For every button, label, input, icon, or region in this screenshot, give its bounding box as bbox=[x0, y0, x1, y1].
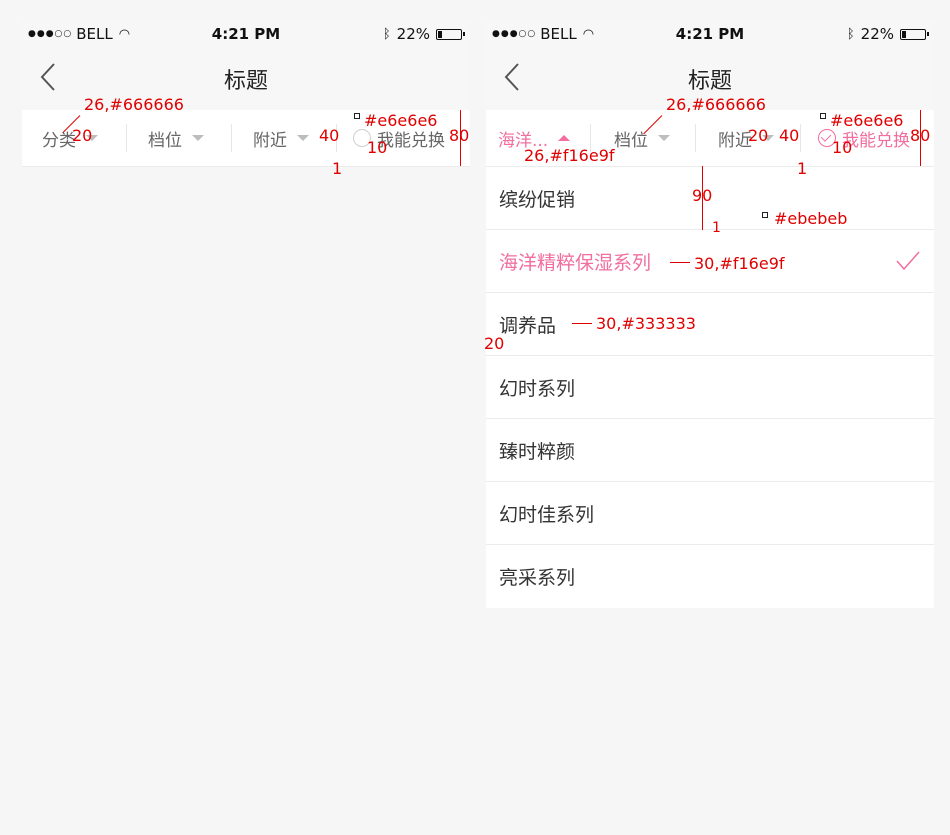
bluetooth-icon: ᛒ bbox=[382, 26, 391, 42]
bluetooth-icon: ᛒ bbox=[846, 26, 855, 42]
list-item-label: 亮采系列 bbox=[499, 567, 576, 589]
annotation-radio-gap: 10 bbox=[367, 138, 388, 157]
annotation-swatch bbox=[762, 212, 768, 218]
list-item-label: 海洋精粹保湿系列 bbox=[499, 251, 652, 274]
phone-screen-right: ●●●○○ BELL ◠ 4:21 PM ᛒ 22% 标题 海洋... 档位 附… bbox=[484, 20, 934, 835]
annotation-divider-height: 40 bbox=[319, 126, 340, 145]
filter-label: 档位 bbox=[614, 130, 648, 151]
list-item[interactable]: 幻时系列 bbox=[486, 356, 934, 419]
checkmark-icon bbox=[896, 251, 920, 271]
annotation-swatch bbox=[820, 113, 826, 119]
annotation-padding: 20 bbox=[748, 126, 769, 145]
battery-fill bbox=[902, 30, 907, 38]
annotation-radio-gap: 10 bbox=[832, 138, 853, 157]
filter-label: 附近 bbox=[253, 130, 287, 151]
filter-divider bbox=[126, 124, 127, 152]
chevron-up-icon bbox=[558, 135, 571, 141]
annotation-row-line: 1 bbox=[712, 220, 721, 236]
battery-percent: 22% bbox=[860, 25, 894, 43]
list-item-label: 幻时佳系列 bbox=[499, 503, 595, 526]
page-title: 标题 bbox=[687, 69, 732, 94]
annotation-font: 26,#666666 bbox=[84, 95, 184, 114]
filter-divider bbox=[695, 124, 696, 152]
annotation-divider-color: #e6e6e6 bbox=[830, 111, 904, 130]
chevron-down-icon bbox=[658, 135, 670, 141]
list-item-label: 缤纷促销 bbox=[499, 188, 576, 211]
phone-screen-left: ●●●○○ BELL ◠ 4:21 PM ᛒ 22% 标题 分类 档位 附近 我… bbox=[22, 20, 470, 835]
annotation-swatch bbox=[354, 113, 360, 119]
battery-icon bbox=[436, 28, 465, 40]
filter-nearby[interactable]: 附近 bbox=[253, 110, 309, 166]
status-bar: ●●●○○ BELL ◠ 4:21 PM ᛒ 22% bbox=[486, 20, 934, 48]
annotation-leader bbox=[670, 262, 690, 263]
annotation-padding: 20 bbox=[72, 126, 93, 145]
list-item[interactable]: 臻时粹颜 bbox=[486, 419, 934, 482]
filter-divider bbox=[231, 124, 232, 152]
filter-label: 档位 bbox=[148, 130, 182, 151]
list-item-label: 幻时系列 bbox=[499, 377, 576, 400]
filter-level[interactable]: 档位 bbox=[614, 110, 670, 166]
battery-fill bbox=[438, 30, 443, 38]
filter-level[interactable]: 档位 bbox=[148, 110, 204, 166]
annotation-row-line-color: #ebebeb bbox=[774, 209, 848, 228]
annotation-leader bbox=[572, 323, 592, 324]
chevron-down-icon bbox=[192, 135, 204, 141]
list-item[interactable]: 调养品 bbox=[486, 293, 934, 356]
battery-icon bbox=[900, 28, 929, 40]
annotation-guide bbox=[920, 110, 921, 166]
annotation-item-font: 30,#333333 bbox=[596, 314, 696, 333]
annotation-guide bbox=[460, 110, 461, 166]
annotation-guide bbox=[702, 166, 703, 230]
page-title: 标题 bbox=[223, 69, 268, 94]
annotation-font: 26,#666666 bbox=[666, 95, 766, 114]
annotation-item-padding: 20 bbox=[484, 334, 505, 353]
chevron-down-icon bbox=[297, 135, 309, 141]
annotation-selected-font: 30,#f16e9f bbox=[694, 254, 785, 273]
category-list: 缤纷促销海洋精粹保湿系列 调养品幻时系列臻时粹颜幻时佳系列亮采系列 bbox=[486, 167, 934, 608]
annotation-divider-height: 40 bbox=[779, 126, 800, 145]
status-bar: ●●●○○ BELL ◠ 4:21 PM ᛒ 22% bbox=[22, 20, 470, 48]
list-item-label: 调养品 bbox=[499, 314, 557, 337]
annotation-divider-width: 1 bbox=[797, 159, 808, 178]
list-item[interactable]: 幻时佳系列 bbox=[486, 482, 934, 545]
annotation-divider-width: 1 bbox=[332, 159, 343, 178]
battery-percent: 22% bbox=[396, 25, 430, 43]
annotation-divider-color: #e6e6e6 bbox=[364, 111, 438, 130]
filter-divider bbox=[800, 124, 801, 152]
annotation-active-font: 26,#f16e9f bbox=[524, 146, 615, 165]
list-item-label: 臻时粹颜 bbox=[499, 440, 576, 463]
filter-label: 分类 bbox=[42, 130, 76, 151]
filter-label: 附近 bbox=[718, 130, 752, 151]
list-item[interactable]: 亮采系列 bbox=[486, 545, 934, 608]
